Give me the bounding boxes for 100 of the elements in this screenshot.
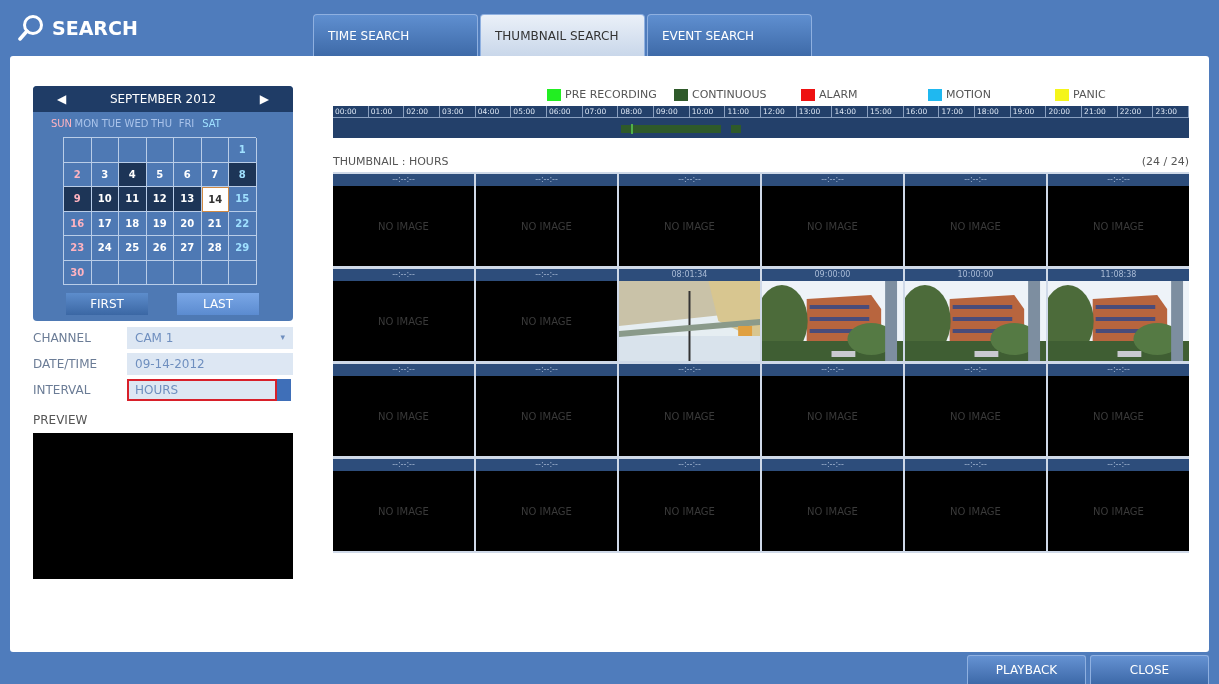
calendar-day[interactable]: 25	[119, 236, 147, 261]
thumbnail-tile[interactable]: --:--:-- NO IMAGE	[1048, 364, 1189, 456]
thumbnail-tile[interactable]: --:--:-- NO IMAGE	[333, 174, 474, 266]
calendar-day[interactable]: 20	[174, 211, 202, 236]
no-image-label: NO IMAGE	[664, 219, 715, 234]
calendar-day[interactable]: 21	[201, 211, 229, 236]
month-title: SEPTEMBER 2012	[109, 91, 217, 108]
tab[interactable]: EVENT SEARCH	[647, 14, 812, 56]
tab[interactable]: TIME SEARCH	[313, 14, 478, 56]
field-label: CHANNEL	[33, 330, 92, 347]
thumbnail-time: --:--:--	[619, 364, 760, 376]
dropdown-button[interactable]	[277, 379, 291, 401]
thumbnail-time: --:--:--	[762, 459, 903, 471]
thumbnail-tile[interactable]: --:--:-- NO IMAGE	[333, 364, 474, 456]
dropdown-field[interactable]: HOURS	[127, 379, 277, 401]
thumbnail-time: --:--:--	[476, 174, 617, 186]
thumbnail-tile[interactable]: --:--:-- NO IMAGE	[476, 174, 617, 266]
no-image-label: NO IMAGE	[521, 504, 572, 519]
calendar-cell	[91, 260, 119, 285]
previous-month-button[interactable]: ◀	[57, 90, 67, 108]
weekday-label: SUN	[49, 117, 74, 131]
legend-label: MOTION	[946, 86, 991, 103]
thumbnail-tile[interactable]: --:--:-- NO IMAGE	[333, 459, 474, 551]
thumbnail-tile[interactable]: --:--:-- NO IMAGE	[905, 174, 1046, 266]
no-image-label: NO IMAGE	[950, 504, 1001, 519]
thumbnail-time: --:--:--	[762, 364, 903, 376]
thumbnail-time: --:--:--	[476, 269, 617, 281]
thumbnail-tile[interactable]: --:--:-- NO IMAGE	[762, 459, 903, 551]
no-image-label: NO IMAGE	[521, 409, 572, 424]
thumbnail-tile[interactable]: --:--:-- NO IMAGE	[1048, 174, 1189, 266]
tab[interactable]: THUMBNAIL SEARCH	[480, 14, 645, 56]
close-button[interactable]: CLOSE	[1090, 655, 1209, 684]
calendar-day[interactable]: 27	[174, 236, 202, 261]
thumbnail-time: --:--:--	[333, 174, 474, 186]
calendar-day[interactable]: 1	[229, 138, 257, 163]
thumbnail-tile[interactable]: 10:00:00	[905, 269, 1046, 361]
calendar-cell	[201, 260, 229, 285]
calendar-day[interactable]: 19	[146, 211, 174, 236]
thumbnail-tile[interactable]: --:--:-- NO IMAGE	[762, 364, 903, 456]
first-button[interactable]: FIRST	[66, 293, 148, 315]
calendar-day[interactable]: 8	[229, 162, 257, 187]
thumbnail-title: THUMBNAIL : HOURS	[333, 154, 449, 170]
calendar-day[interactable]: 23	[64, 236, 92, 261]
no-image-label: NO IMAGE	[950, 219, 1001, 234]
thumbnail-time: --:--:--	[905, 364, 1046, 376]
weekday-label: THU	[150, 117, 173, 131]
thumbnail-time: --:--:--	[1048, 459, 1189, 471]
thumbnail-time: --:--:--	[476, 364, 617, 376]
calendar-day[interactable]: 24	[91, 236, 119, 261]
dropdown-field[interactable]: CAM 1 ▾	[127, 327, 293, 349]
thumbnail-time: --:--:--	[905, 174, 1046, 186]
playback-button[interactable]: PLAYBACK	[967, 655, 1086, 684]
next-month-button[interactable]: ▶	[259, 90, 269, 108]
thumbnail-tile[interactable]: 08:01:34	[619, 269, 760, 361]
thumbnail-time: --:--:--	[333, 269, 474, 281]
calendar-day[interactable]: 12	[146, 187, 174, 212]
thumbnail-count: (24 / 24)	[1141, 154, 1189, 170]
calendar-day[interactable]: 13	[174, 187, 202, 212]
thumbnail-tile[interactable]: --:--:-- NO IMAGE	[619, 364, 760, 456]
thumbnail-tile[interactable]: --:--:-- NO IMAGE	[476, 269, 617, 361]
thumbnail-tile[interactable]: --:--:-- NO IMAGE	[619, 459, 760, 551]
calendar-day[interactable]: 11	[119, 187, 147, 212]
input-field[interactable]: 09-14-2012	[127, 353, 293, 375]
calendar-day[interactable]: 26	[146, 236, 174, 261]
thumbnail-time: 08:01:34	[619, 269, 760, 281]
thumbnail-time: --:--:--	[619, 174, 760, 186]
calendar-day[interactable]: 30	[64, 260, 92, 285]
weekday-label: TUE	[100, 117, 123, 131]
calendar-day[interactable]: 16	[64, 211, 92, 236]
thumbnail-tile[interactable]: --:--:-- NO IMAGE	[905, 459, 1046, 551]
calendar-day[interactable]: 4	[119, 162, 147, 187]
thumbnail-tile[interactable]: --:--:-- NO IMAGE	[476, 364, 617, 456]
calendar-day[interactable]: 10	[91, 187, 119, 212]
thumbnail-tile[interactable]: --:--:-- NO IMAGE	[1048, 459, 1189, 551]
thumbnail-tile[interactable]: --:--:-- NO IMAGE	[476, 459, 617, 551]
thumbnail-tile[interactable]: 11:08:38	[1048, 269, 1189, 361]
thumbnail-time: --:--:--	[333, 459, 474, 471]
no-image-label: NO IMAGE	[807, 219, 858, 234]
no-image-label: NO IMAGE	[664, 409, 715, 424]
no-image-label: NO IMAGE	[378, 504, 429, 519]
calendar-day[interactable]: 22	[229, 211, 257, 236]
thumbnail-tile[interactable]: 09:00:00	[762, 269, 903, 361]
calendar-day[interactable]: 9	[64, 187, 92, 212]
calendar-day[interactable]: 15	[229, 187, 257, 212]
caret-icon: ▾	[280, 331, 285, 345]
no-image-label: NO IMAGE	[378, 314, 429, 329]
thumbnail-time: 10:00:00	[905, 269, 1046, 281]
calendar-day[interactable]: 18	[119, 211, 147, 236]
last-button[interactable]: LAST	[177, 293, 259, 315]
legend-label: PANIC	[1073, 86, 1106, 103]
thumbnail-tile[interactable]: --:--:-- NO IMAGE	[619, 174, 760, 266]
calendar-day[interactable]: 17	[91, 211, 119, 236]
calendar-day[interactable]: 29	[229, 236, 257, 261]
calendar-day[interactable]: 14	[201, 187, 229, 212]
thumbnail-tile[interactable]: --:--:-- NO IMAGE	[333, 269, 474, 361]
thumbnail-tile[interactable]: --:--:-- NO IMAGE	[762, 174, 903, 266]
thumbnail-tile[interactable]: --:--:-- NO IMAGE	[905, 364, 1046, 456]
calendar-day[interactable]: 28	[201, 236, 229, 261]
no-image-label: NO IMAGE	[521, 314, 572, 329]
no-image-label: NO IMAGE	[378, 219, 429, 234]
